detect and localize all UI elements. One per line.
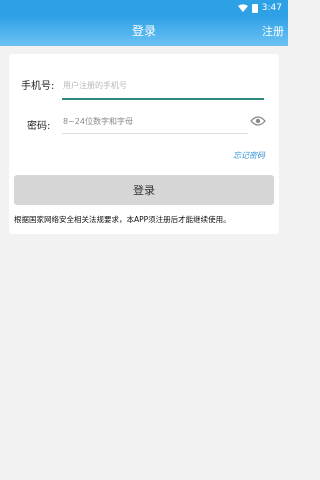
registration-notice: 根据国家网络安全相关法规要求，本APP须注册后才能继续使用。	[14, 215, 231, 224]
battery-icon	[251, 3, 258, 13]
register-button[interactable]: 注册	[262, 23, 284, 39]
login-button[interactable]: 登录	[14, 175, 274, 205]
login-card: 手机号: 密码: 忘记密码 登录 根据国家网络安全相关法规要求，本APP须注册后…	[9, 54, 279, 234]
wifi-icon	[237, 4, 248, 12]
forgot-password-link[interactable]: 忘记密码	[233, 150, 265, 161]
phone-label: 手机号:	[21, 81, 55, 92]
eye-icon[interactable]	[250, 115, 266, 127]
status-time: 3:47	[261, 3, 282, 13]
phone-input[interactable]	[62, 72, 264, 100]
status-bar: 3:47	[0, 0, 288, 16]
password-input[interactable]	[62, 110, 248, 134]
password-label: 密码:	[27, 121, 51, 132]
page-title: 登录	[131, 24, 156, 38]
app-bar: 登录 注册	[0, 16, 288, 46]
